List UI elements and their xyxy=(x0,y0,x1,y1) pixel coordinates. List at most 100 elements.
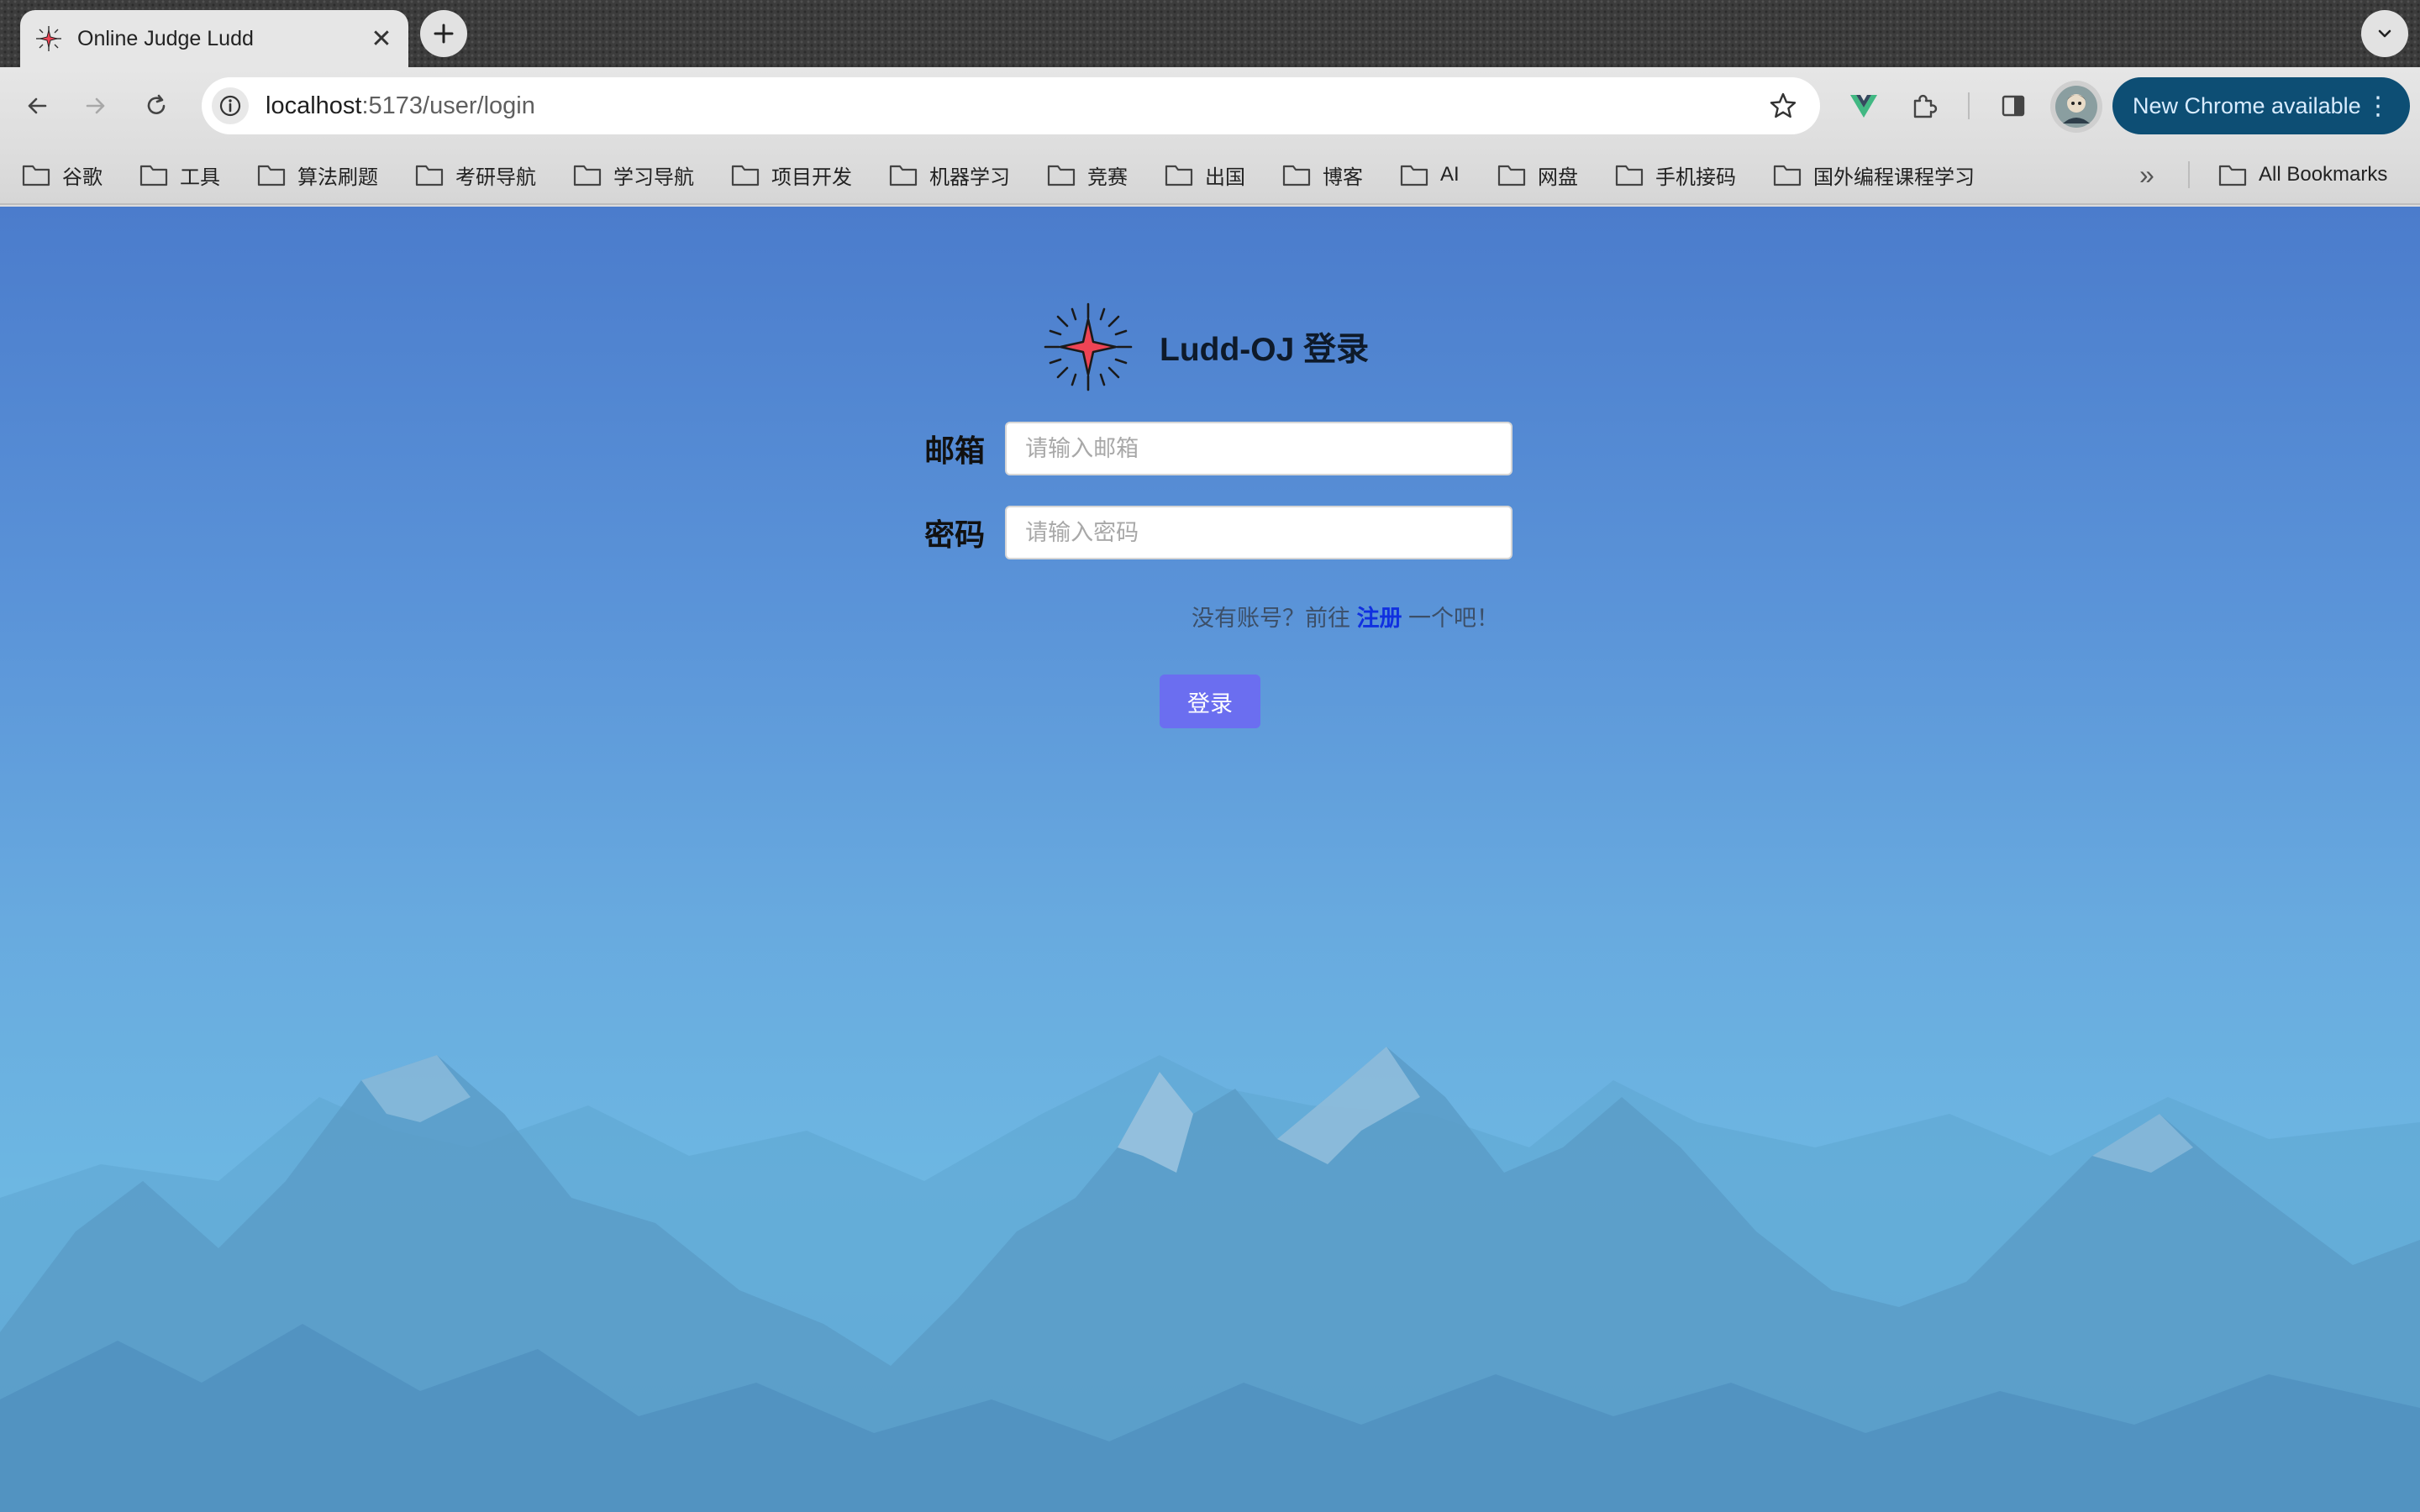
tab-search-button[interactable] xyxy=(2361,10,2408,57)
bookmark-folder-5[interactable]: 项目开发 xyxy=(731,156,852,193)
folder-icon xyxy=(2218,165,2247,186)
bookmark-folder-4[interactable]: 学习导航 xyxy=(573,156,694,193)
bookmark-label: 博客 xyxy=(1323,165,1363,189)
tab-strip: Online Judge Ludd ✕ xyxy=(0,0,2420,67)
email-label: 邮箱 xyxy=(924,433,986,468)
all-bookmarks-button[interactable]: All Bookmarks xyxy=(2218,156,2387,193)
bookmark-page-button[interactable] xyxy=(1763,86,1803,126)
bookmark-folder-9[interactable]: 博客 xyxy=(1282,156,1363,193)
close-tab-icon[interactable]: ✕ xyxy=(366,24,397,54)
login-button[interactable]: 登录 xyxy=(1160,675,1260,728)
email-row: 邮箱 xyxy=(891,422,1512,475)
page-title: Ludd-OJ 登录 xyxy=(1160,332,1370,368)
reload-icon xyxy=(147,94,166,114)
bookmarks-divider xyxy=(2188,161,2190,188)
bookmark-label: 算法刷题 xyxy=(297,165,378,189)
bookmark-folder-6[interactable]: 机器学习 xyxy=(889,156,1010,193)
folder-icon xyxy=(415,165,444,186)
compass-star-icon xyxy=(1044,302,1133,391)
side-panel-icon xyxy=(2002,95,2025,117)
tab-title: Online Judge Ludd xyxy=(77,26,254,50)
login-header: Ludd-OJ 登录 xyxy=(1042,301,1395,393)
bookmark-label: 国外编程课程学习 xyxy=(1813,165,1975,189)
back-arrow-icon xyxy=(28,97,47,114)
compass-star-icon xyxy=(36,26,61,51)
bookmark-folder-7[interactable]: 竞赛 xyxy=(1047,156,1128,193)
register-prefix: 没有账号？前往 xyxy=(1191,606,1350,631)
folder-icon xyxy=(22,165,50,186)
folder-icon xyxy=(1165,165,1193,186)
profile-avatar[interactable] xyxy=(2050,81,2102,133)
bookmark-folder-1[interactable]: 工具 xyxy=(139,156,220,193)
forward-button[interactable] xyxy=(76,86,116,126)
new-chrome-available-button[interactable]: New Chrome available ⋮ xyxy=(2112,77,2410,134)
bookmark-label: AI xyxy=(1440,163,1460,186)
folder-icon xyxy=(1497,165,1526,186)
star-icon xyxy=(1770,92,1797,118)
bookmark-folder-10[interactable]: AI xyxy=(1400,156,1460,193)
folder-icon xyxy=(139,165,168,186)
bookmark-label: 出国 xyxy=(1205,165,1245,189)
site-info-button[interactable] xyxy=(212,87,249,124)
login-page: Ludd-OJ 登录 邮箱 密码 没有账号？前往 注册 一个吧！ 登录 xyxy=(0,207,2420,1512)
bookmark-label: 竞赛 xyxy=(1087,165,1128,189)
folder-icon xyxy=(1773,165,1802,186)
side-panel-button[interactable] xyxy=(1993,86,2033,126)
url-path: :5173/user/login xyxy=(361,92,535,119)
info-icon xyxy=(219,95,241,117)
bookmark-label: 工具 xyxy=(180,165,220,189)
folder-icon xyxy=(1047,165,1076,186)
bookmarks-bar: 谷歌 工具 算法刷题 考研导航 学习导航 项目开发 机器学习 竞赛 出国 博客 … xyxy=(0,144,2420,205)
bookmark-folder-13[interactable]: 国外编程课程学习 xyxy=(1773,156,1975,193)
bookmark-folder-0[interactable]: 谷歌 xyxy=(22,156,103,193)
bookmark-folder-11[interactable]: 网盘 xyxy=(1497,156,1578,193)
bookmark-folder-3[interactable]: 考研导航 xyxy=(415,156,536,193)
browser-toolbar: localhost:5173/user/login New Chrome ava… xyxy=(0,67,2420,144)
email-input[interactable] xyxy=(1005,422,1512,475)
puzzle-icon xyxy=(1913,94,1938,118)
bookmark-label: 网盘 xyxy=(1538,165,1578,189)
vue-devtools-button[interactable] xyxy=(1844,86,1884,126)
folder-icon xyxy=(889,165,918,186)
toolbar-divider xyxy=(1968,92,1970,119)
update-button-label: New Chrome available xyxy=(2133,92,2361,118)
all-bookmarks-label: All Bookmarks xyxy=(2259,163,2388,186)
register-link[interactable]: 注册 xyxy=(1356,606,1402,631)
password-label: 密码 xyxy=(924,517,986,552)
bookmark-label: 考研导航 xyxy=(455,165,536,189)
bookmark-label: 学习导航 xyxy=(613,165,694,189)
avatar-icon xyxy=(2055,86,2097,128)
bookmark-label: 项目开发 xyxy=(771,165,852,189)
bookmark-label: 机器学习 xyxy=(929,165,1010,189)
new-tab-button[interactable] xyxy=(420,10,467,57)
extensions-button[interactable] xyxy=(1904,86,1944,126)
folder-icon xyxy=(573,165,602,186)
url-host: localhost xyxy=(266,92,362,119)
chevron-down-icon xyxy=(2378,29,2391,38)
register-hint: 没有账号？前往 注册 一个吧！ xyxy=(1092,600,1499,633)
password-row: 密码 xyxy=(891,506,1512,559)
folder-icon xyxy=(257,165,286,186)
folder-icon xyxy=(1282,165,1311,186)
register-suffix: 一个吧！ xyxy=(1408,606,1499,631)
menu-dots-icon[interactable]: ⋮ xyxy=(2365,92,2391,121)
address-bar[interactable]: localhost:5173/user/login xyxy=(202,77,1820,134)
url-text[interactable]: localhost:5173/user/login xyxy=(266,92,1763,120)
reload-button[interactable] xyxy=(136,86,176,126)
forward-arrow-icon xyxy=(86,97,105,114)
tab-online-judge[interactable]: Online Judge Ludd ✕ xyxy=(20,10,408,67)
folder-icon xyxy=(731,165,760,186)
vue-icon xyxy=(1850,95,1877,118)
bookmark-folder-8[interactable]: 出国 xyxy=(1165,156,1245,193)
folder-icon xyxy=(1615,165,1644,186)
folder-icon xyxy=(1400,165,1428,186)
bookmark-label: 手机接码 xyxy=(1655,165,1736,189)
more-bookmarks-button[interactable]: » xyxy=(2139,156,2154,193)
bookmark-label: 谷歌 xyxy=(62,165,103,189)
plus-icon xyxy=(434,24,454,44)
mountain-background xyxy=(0,1047,2420,1512)
back-button[interactable] xyxy=(17,86,57,126)
bookmark-folder-2[interactable]: 算法刷题 xyxy=(257,156,378,193)
bookmark-folder-12[interactable]: 手机接码 xyxy=(1615,156,1736,193)
password-input[interactable] xyxy=(1005,506,1512,559)
